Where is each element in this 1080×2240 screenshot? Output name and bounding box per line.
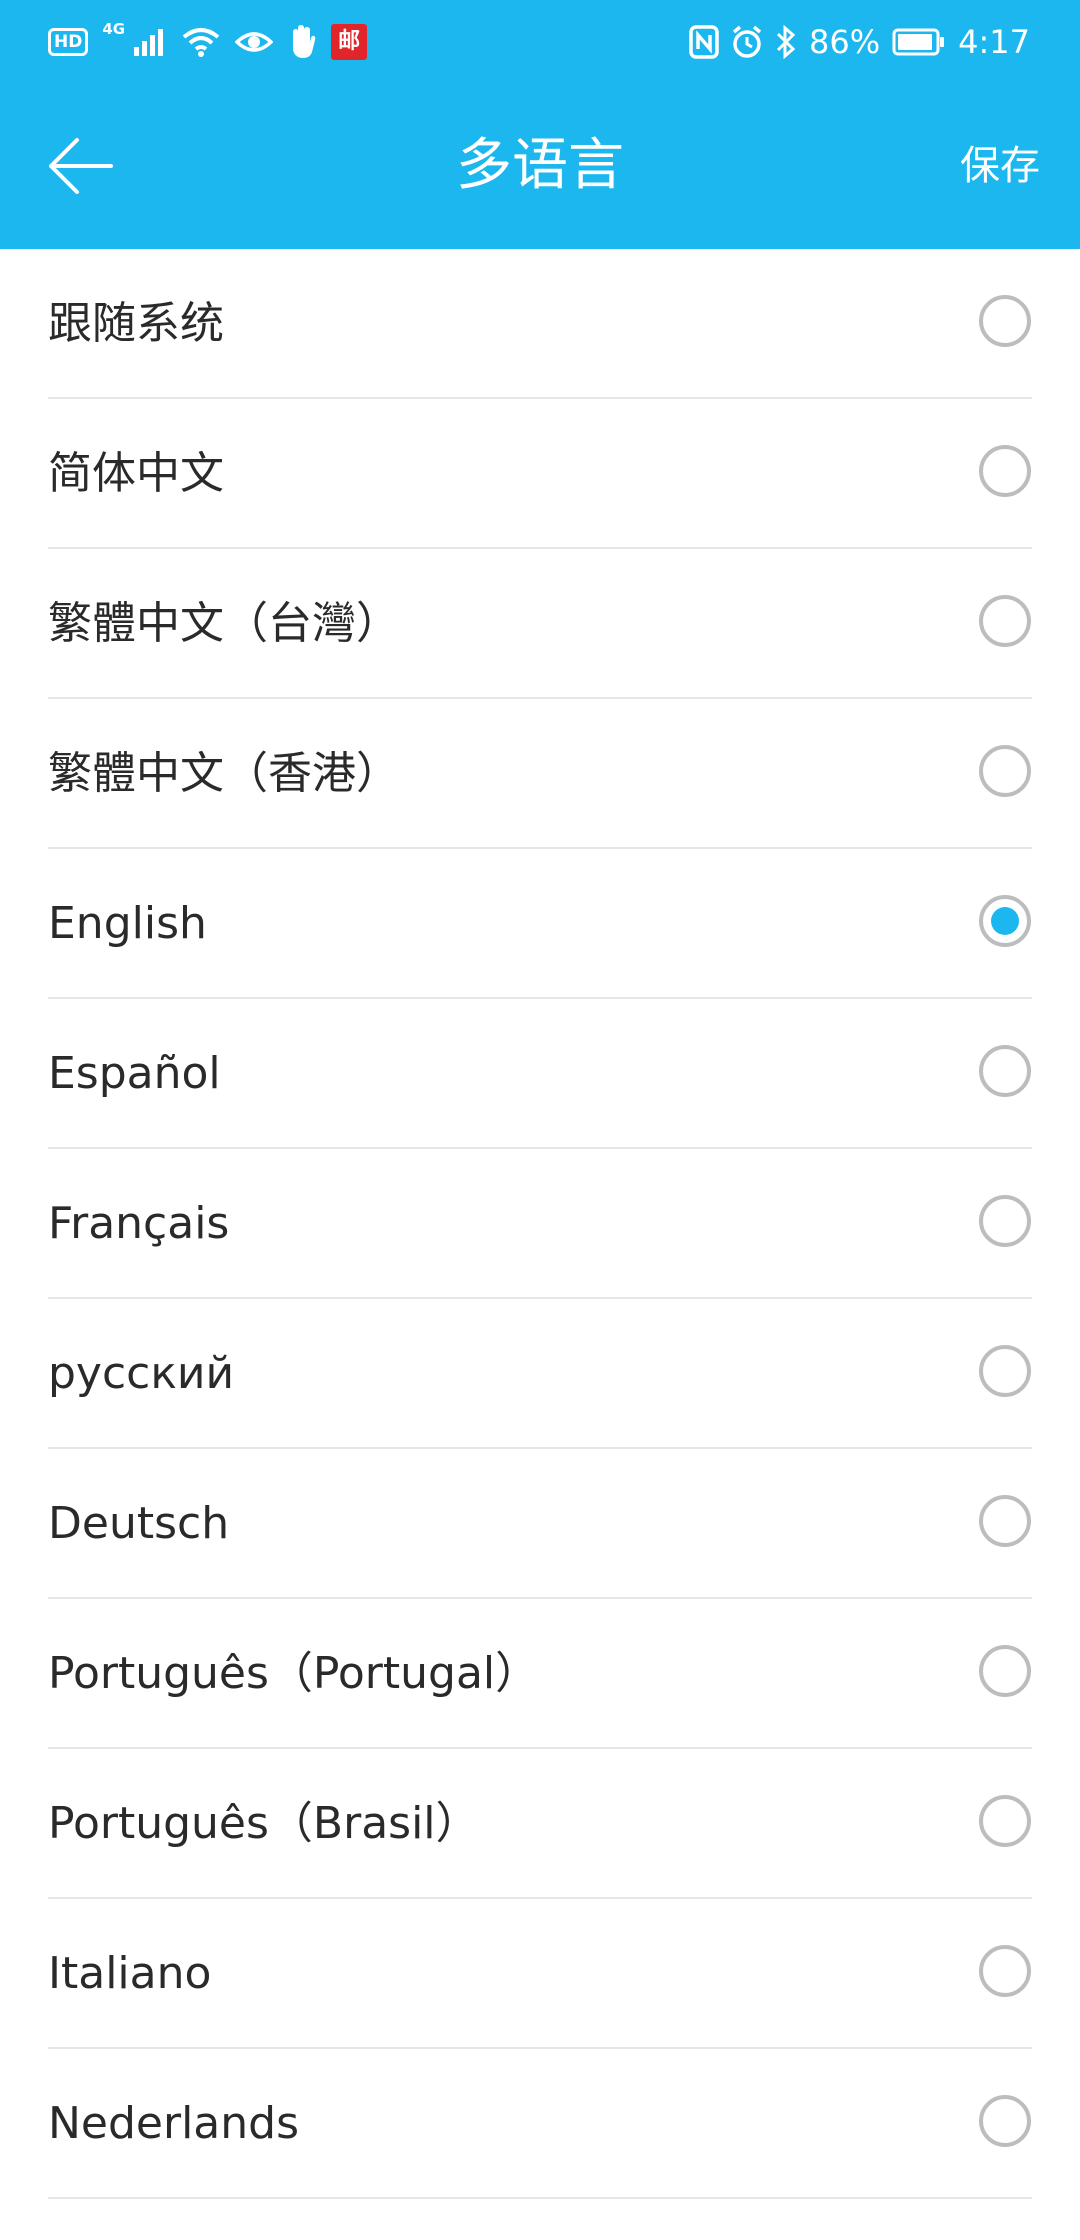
status-bar-right: 86% 4:17 — [689, 20, 1030, 64]
clock: 4:17 — [958, 23, 1030, 61]
language-option-label: English — [48, 898, 207, 949]
arrow-left-icon — [47, 136, 113, 196]
language-option[interactable]: Deutsch — [0, 1449, 1080, 1599]
radio-button[interactable] — [979, 1945, 1031, 1997]
language-option[interactable]: Português（Brasil） — [0, 1749, 1080, 1899]
radio-button[interactable] — [979, 2095, 1031, 2147]
language-option[interactable]: Español — [0, 999, 1080, 1149]
back-button[interactable] — [40, 126, 120, 206]
language-list: 跟随系统简体中文繁體中文（台灣） 繁體中文（香港） English Español Fr… — [0, 249, 1080, 2199]
app-bar: 多语言 保存 — [0, 82, 1080, 249]
hd-icon: HD — [48, 28, 89, 56]
radio-button[interactable] — [979, 1195, 1031, 1247]
language-option[interactable]: 简体中文 — [0, 399, 1080, 549]
language-option-label: русский — [48, 1348, 235, 1399]
language-option-label: Nederlands — [48, 2098, 300, 2149]
language-option-label: Italiano — [48, 1948, 212, 1999]
radio-button[interactable] — [979, 1495, 1031, 1547]
language-option[interactable]: English — [0, 849, 1080, 999]
language-option-label: Français — [48, 1198, 230, 1249]
language-option[interactable]: Français — [0, 1149, 1080, 1299]
language-option[interactable]: 跟随系统 — [0, 249, 1080, 399]
status-bar: HD 4G 邮 86% 4:17 — [0, 0, 1080, 82]
radio-button[interactable] — [979, 1045, 1031, 1097]
radio-button[interactable] — [979, 745, 1031, 797]
wifi-icon — [181, 26, 221, 58]
language-option[interactable]: 繁體中文（香港） — [0, 699, 1080, 849]
radio-dot-icon — [991, 907, 1019, 935]
language-option[interactable]: Português（Portugal） — [0, 1599, 1080, 1749]
eye-icon — [235, 27, 274, 57]
language-option-label: Deutsch — [48, 1498, 230, 1549]
language-option[interactable]: Italiano — [0, 1899, 1080, 2049]
page-title: 多语言 — [456, 133, 624, 198]
language-option-label: 繁體中文（台灣） — [48, 598, 400, 649]
battery-icon — [892, 28, 946, 56]
battery-percent: 86% — [809, 23, 881, 61]
language-option-label: 跟随系统 — [48, 298, 224, 349]
nfc-icon — [689, 25, 719, 59]
language-option-label: Português（Brasil） — [48, 1798, 480, 1849]
status-bar-left: HD 4G 邮 — [48, 20, 368, 64]
hand-icon — [287, 24, 317, 60]
language-option-label: Português（Portugal） — [48, 1648, 540, 1699]
language-option[interactable]: Nederlands — [0, 2049, 1080, 2199]
radio-button[interactable] — [979, 295, 1031, 347]
radio-button[interactable] — [979, 1795, 1031, 1847]
mail-app-icon: 邮 — [331, 24, 368, 60]
bluetooth-icon — [775, 25, 797, 59]
language-option-label: 简体中文 — [48, 448, 224, 499]
divider — [48, 2197, 1032, 2199]
radio-button[interactable] — [979, 445, 1031, 497]
network-type-label: 4G — [102, 20, 126, 38]
language-option-label: 繁體中文（香港） — [48, 748, 400, 799]
language-option[interactable]: русский — [0, 1299, 1080, 1449]
radio-button[interactable] — [979, 1345, 1031, 1397]
language-option[interactable]: 繁體中文（台灣） — [0, 549, 1080, 699]
signal-icon — [133, 27, 167, 57]
header: HD 4G 邮 86% 4:17 多语言 保存 — [0, 0, 1080, 249]
radio-button[interactable] — [979, 1645, 1031, 1697]
radio-button[interactable] — [979, 595, 1031, 647]
radio-button-selected[interactable] — [979, 895, 1031, 947]
save-button[interactable]: 保存 — [956, 132, 1044, 200]
language-option-label: Español — [48, 1048, 221, 1099]
alarm-icon — [731, 25, 763, 59]
